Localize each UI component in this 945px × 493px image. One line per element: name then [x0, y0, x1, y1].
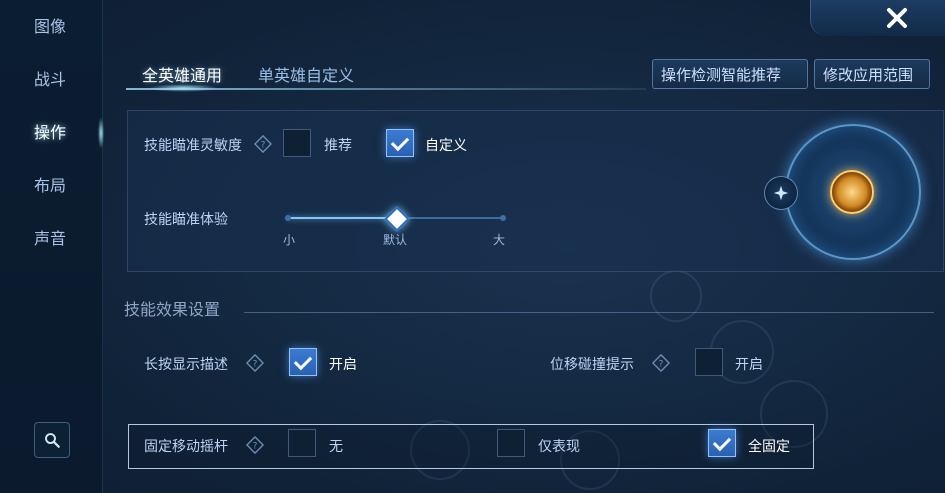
modify-scope-button[interactable]: 修改应用范围	[814, 59, 930, 89]
slider-min-dot	[285, 215, 291, 221]
skill-icon	[830, 170, 874, 214]
joystick-none-checkbox[interactable]	[288, 429, 316, 457]
close-button[interactable]	[810, 0, 945, 36]
sidebar-item-layout[interactable]: 布局	[0, 171, 102, 201]
settings-screen: 图像 战斗 操作 布局 声音 全英雄通用 单英雄自定义 操作检测智能推荐 修改应…	[0, 0, 945, 493]
displacement-label: 位移碰撞提示	[550, 357, 634, 373]
long-press-checkbox[interactable]	[289, 348, 317, 376]
section-divider	[244, 312, 934, 313]
svg-text:?: ?	[253, 360, 258, 370]
joystick-icon	[764, 176, 798, 210]
displacement-checkbox[interactable]	[695, 348, 723, 376]
joystick-full-fixed-checkbox[interactable]	[708, 429, 736, 457]
bg-ring-1	[650, 270, 702, 322]
joystick-visual-only-checkbox[interactable]	[497, 429, 525, 457]
experience-slider-fill	[287, 217, 395, 219]
displacement-on-label: 开启	[735, 357, 763, 373]
long-press-on-label: 开启	[329, 357, 357, 373]
sidebar-item-graphics[interactable]: 图像	[0, 12, 102, 42]
recommend-checkbox[interactable]	[283, 129, 311, 157]
tick-large: 大	[493, 233, 506, 247]
svg-text:?: ?	[659, 360, 664, 370]
joystick-none-label: 无	[329, 439, 343, 455]
fixed-joystick-label: 固定移动摇杆	[144, 439, 228, 455]
search-button[interactable]	[34, 422, 70, 458]
active-indicator	[98, 117, 104, 149]
sidebar-item-controls[interactable]: 操作	[0, 118, 102, 148]
detect-recommend-button[interactable]: 操作检测智能推荐	[652, 59, 808, 89]
joystick-full-fixed-label: 全固定	[748, 439, 790, 455]
slider-max-dot	[500, 215, 506, 221]
question-diamond-icon[interactable]: ?	[246, 354, 264, 372]
custom-checkbox[interactable]	[386, 129, 414, 157]
close-icon	[887, 8, 907, 28]
svg-text:?: ?	[253, 442, 258, 452]
question-diamond-icon[interactable]: ?	[652, 354, 670, 372]
joystick-visual-only-label: 仅表现	[538, 439, 580, 455]
search-icon	[45, 433, 60, 448]
tab-single-hero[interactable]: 单英雄自定义	[258, 62, 354, 86]
sidebar-item-sound[interactable]: 声音	[0, 224, 102, 254]
question-diamond-icon[interactable]: ?	[246, 436, 264, 454]
tick-default: 默认	[383, 233, 408, 247]
tab-all-heroes[interactable]: 全英雄通用	[142, 62, 222, 86]
long-press-label: 长按显示描述	[144, 357, 228, 373]
recommend-label: 推荐	[324, 138, 352, 154]
custom-label: 自定义	[425, 138, 467, 154]
aim-sensitivity-label: 技能瞄准灵敏度	[144, 138, 242, 154]
aim-experience-label: 技能瞄准体验	[144, 212, 228, 228]
tick-small: 小	[283, 233, 296, 247]
svg-text:?: ?	[261, 141, 266, 151]
sidebar-item-battle[interactable]: 战斗	[0, 65, 102, 95]
tab-active-glow	[148, 84, 218, 92]
question-diamond-icon[interactable]: ?	[254, 135, 272, 153]
left-sidebar: 图像 战斗 操作 布局 声音	[0, 0, 104, 493]
section-skill-effects: 技能效果设置	[124, 300, 221, 319]
